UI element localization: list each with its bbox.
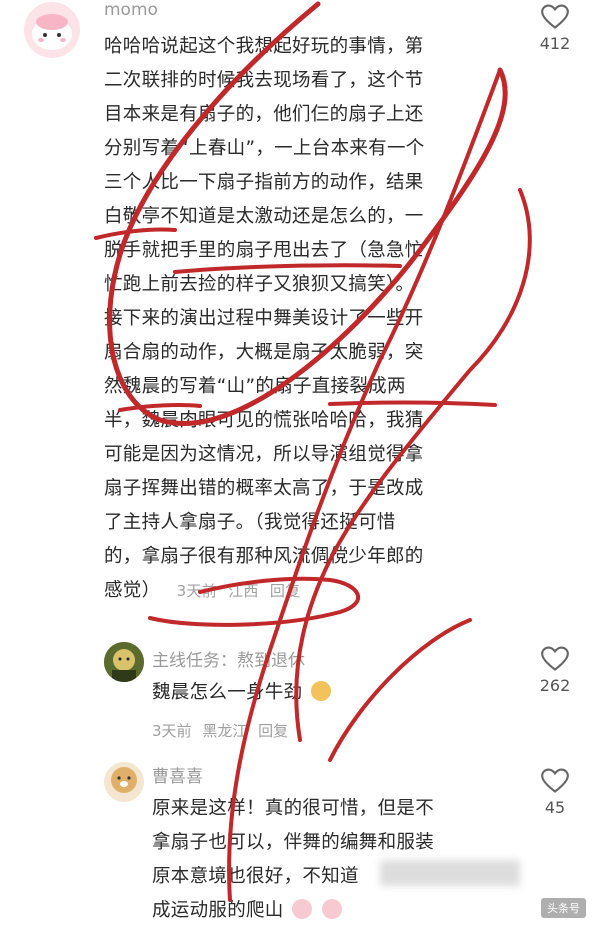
- reply-button[interactable]: 回复: [270, 582, 301, 600]
- comment-line: 接下来的演出过程中舞美设计了一些开: [104, 308, 424, 329]
- character-avatar-icon: [104, 642, 144, 682]
- heart-outline-icon: [541, 4, 569, 29]
- heart-outline-icon: [541, 768, 569, 793]
- comment-line: 可能是因为这情况，所以导演组觉得拿: [104, 444, 424, 465]
- like-button[interactable]: 262: [530, 646, 580, 695]
- comment-meta: 3天前 黑龙江 回复: [152, 720, 294, 741]
- like-count: 262: [539, 676, 571, 695]
- dog-face-emoji: [310, 681, 331, 701]
- avatar[interactable]: [24, 2, 80, 58]
- comment-line: 目本来是有扇子的，他们仨的扇子上还: [104, 104, 424, 125]
- comment-username[interactable]: momo: [104, 0, 158, 20]
- comment-line: 二次联排的时候我去现场看了，这个节: [104, 70, 424, 91]
- comment-line: 忙跑上前去捡的样子又狼狈又搞笑）。: [104, 274, 415, 295]
- blurred-region: [380, 860, 520, 886]
- crying-face-emoji: [291, 899, 312, 919]
- comment-line: 哈哈哈说起这个我想起好玩的事情，第: [104, 36, 424, 57]
- comment-line: 分别写着“上春山”，一上台本来有一个: [104, 138, 425, 159]
- dog-avatar-icon: [111, 767, 137, 793]
- like-count: 45: [544, 798, 566, 817]
- comment-line: 半，魏晨肉眼可见的慌张哈哈哈，我猜: [104, 410, 424, 431]
- like-button[interactable]: 45: [530, 768, 580, 817]
- comment-line: 成运动服的爬山: [152, 894, 434, 928]
- comment-time: 3天前: [152, 722, 192, 740]
- avatar[interactable]: [104, 762, 144, 802]
- comment-line: 感觉） 3天前 江西 回复: [104, 574, 425, 608]
- watermark: 头条号: [541, 898, 586, 918]
- comment-line: 扇合扇的动作，大概是扇子太脆弱，突: [104, 342, 424, 363]
- comment-line-text: 感觉）: [104, 580, 161, 601]
- reply-button[interactable]: 回复: [258, 722, 288, 740]
- comment-text: 魏晨怎么一身牛劲: [152, 676, 333, 710]
- comment-line: 然魏晨的写着“山”的扇子直接裂成两: [104, 376, 406, 397]
- comment-location: 黑龙江: [202, 722, 248, 740]
- annotation-stroke: [328, 618, 472, 762]
- comment-line-text: 了主持人拿扇子。（我觉得还挺可惜: [104, 512, 396, 533]
- comment-line: 脱手就把手里的扇子甩出去了（急急忙: [104, 240, 424, 261]
- comment-line: 原来是这样！真的很可惜，但是不: [152, 792, 434, 826]
- comment-line: 拿扇子也可以，伴舞的编舞和服装: [152, 832, 435, 853]
- comment-time: 3天前: [176, 582, 218, 600]
- comment-location: 江西: [228, 582, 259, 600]
- comment-line-text: 成运动服的爬山: [152, 900, 284, 921]
- comment-username[interactable]: 曹喜喜: [152, 762, 203, 787]
- pink-blob-avatar-icon: [32, 14, 72, 50]
- comment-line: 的，拿扇子很有那种风流倜傥少年郎的: [104, 546, 424, 567]
- comment-line-text: 魏晨怎么一身牛劲: [152, 682, 303, 703]
- comment-line: 三个人比一下扇子指前方的动作，结果: [104, 172, 424, 193]
- comment-username[interactable]: 主线任务：熬到退休: [152, 646, 305, 671]
- like-count: 412: [539, 34, 571, 53]
- comment-line: 了主持人拿扇子。（我觉得还挺可惜: [104, 506, 425, 540]
- heart-outline-icon: [541, 646, 569, 671]
- crying-face-emoji: [321, 899, 342, 919]
- comment-line: 白敬亭不知道是太激动还是怎么的，一: [104, 206, 424, 227]
- comment-meta: 3天前 江西 回复: [177, 582, 307, 600]
- comment-line: 扇子挥舞出错的概率太高了，于是改成: [104, 478, 424, 499]
- like-button[interactable]: 412: [530, 4, 580, 53]
- comment-line-text: 原来是这样！真的很可惜，但是不: [152, 798, 435, 819]
- comment-line: 魏晨怎么一身牛劲: [152, 676, 333, 710]
- avatar[interactable]: [104, 642, 144, 682]
- comment-text: 哈哈哈说起这个我想起好玩的事情，第 二次联排的时候我去现场看了，这个节 目本来是…: [104, 30, 425, 608]
